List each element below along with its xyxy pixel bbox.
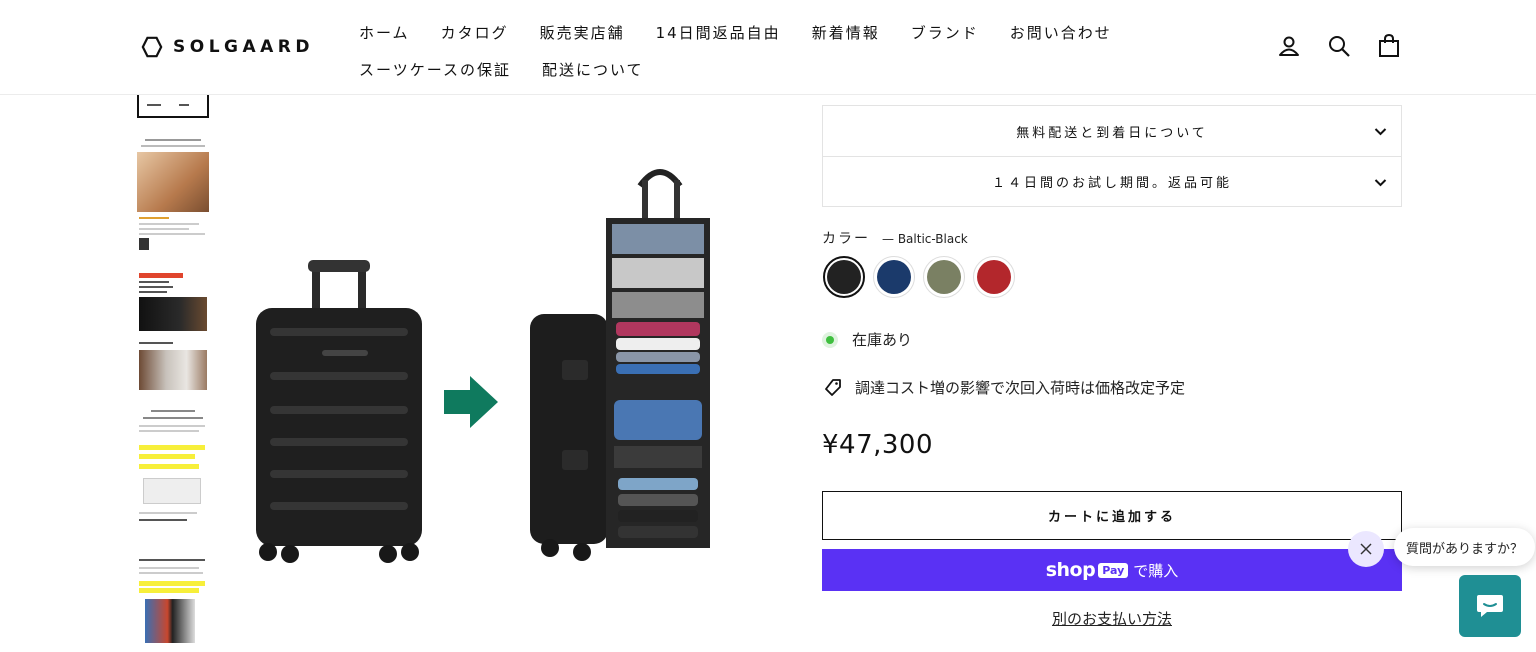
logo[interactable]: SOLGAARD (141, 36, 314, 58)
in-stock-dot-icon (826, 335, 834, 344)
site-header: SOLGAARD ホーム カタログ 販売実店舗 14日間返品自由 新着情報 ブラ… (0, 0, 1536, 95)
stock-status: 在庫あり (826, 329, 912, 350)
thumbnail-6[interactable] (137, 557, 209, 647)
nav-item-home[interactable]: ホーム (359, 22, 410, 43)
nav-item-stores[interactable]: 販売実店舗 (540, 22, 625, 43)
shop-pay-badge: Pay (1098, 562, 1129, 578)
thumbnail-4[interactable] (137, 340, 209, 392)
nav-row-2: スーツケースの保証 配送について (359, 51, 1159, 88)
add-to-cart-label: カートに追加する (1047, 510, 1176, 525)
cart-icon[interactable] (1377, 34, 1401, 58)
chat-close-button[interactable] (1348, 531, 1384, 567)
chat-icon (1477, 595, 1503, 617)
product-main-image[interactable] (230, 150, 790, 590)
swatch-navy[interactable] (873, 256, 915, 298)
notice-text: 調達コスト増の影響で次回入荷時は価格改定予定 (855, 379, 1186, 397)
product-price: ¥47,300 (822, 430, 934, 460)
swatch-dot (827, 260, 861, 294)
nav-item-news[interactable]: 新着情報 (812, 22, 880, 43)
chat-prompt-bubble[interactable]: 質問がありますか？ (1394, 528, 1536, 566)
color-label-text: カラー (822, 231, 870, 247)
price-notice: 調達コスト増の影響で次回入荷時は価格改定予定 (823, 377, 1185, 398)
accordion-shipping-label: 無料配送と到着日について (1016, 125, 1208, 141)
thumbnail-5[interactable] (137, 408, 209, 528)
nav-item-catalog[interactable]: カタログ (441, 22, 509, 43)
open-suitcase (530, 169, 710, 561)
close-icon (1360, 543, 1372, 555)
closed-suitcase (256, 260, 422, 563)
accordion-trial-label: １４日間のお試し期間。返品可能 (991, 176, 1232, 191)
nav-item-returns[interactable]: 14日間返品自由 (656, 22, 781, 43)
nav-item-brand[interactable]: ブランド (911, 22, 979, 43)
color-label: カラー — Baltic-Black (822, 228, 968, 248)
swatch-dot (877, 260, 911, 294)
main-nav: ホーム カタログ 販売実店舗 14日間返品自由 新着情報 ブランド お問い合わせ… (359, 14, 1159, 88)
arrow-right-icon (444, 376, 498, 428)
shop-pay-word: shop (1045, 559, 1096, 581)
thumbnail-3[interactable] (137, 271, 209, 333)
chat-launcher-button[interactable] (1459, 575, 1521, 637)
info-accordion: 無料配送と到着日について １４日間のお試し期間。返品可能 (822, 105, 1402, 207)
swatch-red[interactable] (973, 256, 1015, 298)
shop-pay-suffix: で購入 (1133, 561, 1179, 580)
logo-hexagon-icon (141, 36, 163, 58)
search-icon[interactable] (1327, 34, 1351, 58)
chevron-down-icon (1374, 128, 1387, 136)
accordion-trial[interactable]: １４日間のお試し期間。返品可能 (823, 156, 1401, 206)
other-payment-link[interactable]: 別のお支払い方法 (822, 608, 1402, 629)
nav-row-1: ホーム カタログ 販売実店舗 14日間返品自由 新着情報 ブランド お問い合わせ (359, 14, 1159, 51)
swatch-olive[interactable] (923, 256, 965, 298)
chat-prompt-text: 質問がありますか？ (1406, 541, 1524, 557)
thumbnail-2[interactable] (137, 135, 209, 255)
thumbnail-1[interactable] (137, 95, 209, 118)
nav-item-contact[interactable]: お問い合わせ (1010, 22, 1112, 43)
chevron-down-icon (1374, 179, 1387, 187)
stock-text: 在庫あり (852, 331, 913, 349)
color-swatches (823, 256, 1015, 298)
swatch-baltic-black[interactable] (823, 256, 865, 298)
thumbnail-photo (137, 152, 209, 212)
logo-text: SOLGAARD (173, 37, 314, 57)
swatch-dot (927, 260, 961, 294)
color-selected-value: — Baltic-Black (882, 232, 968, 246)
account-icon[interactable] (1277, 34, 1301, 58)
header-icons (1277, 34, 1401, 58)
add-to-cart-button[interactable]: カートに追加する (822, 491, 1402, 540)
thumbnail-strip (137, 95, 211, 652)
nav-item-warranty[interactable]: スーツケースの保証 (359, 59, 511, 80)
price-tag-icon (825, 378, 841, 396)
nav-item-shipping[interactable]: 配送について (542, 59, 644, 80)
accordion-shipping[interactable]: 無料配送と到着日について (823, 106, 1401, 156)
swatch-dot (977, 260, 1011, 294)
shop-pay-button[interactable]: shop Pay で購入 (822, 549, 1402, 591)
